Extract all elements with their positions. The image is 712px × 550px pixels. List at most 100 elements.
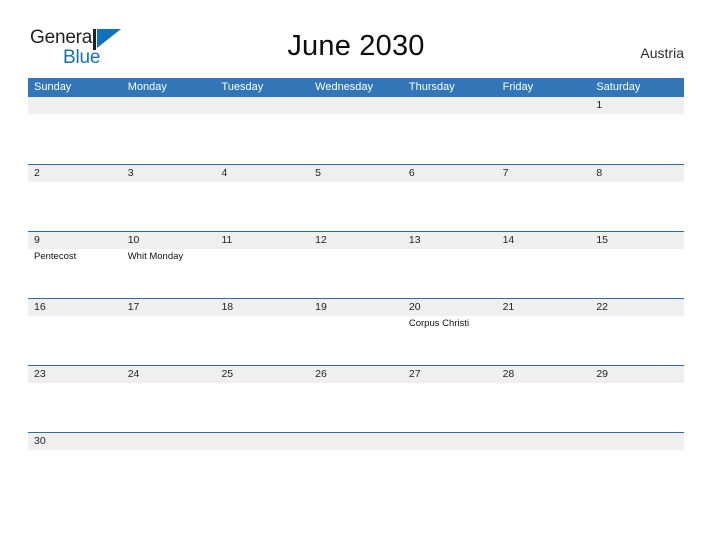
week-row: 9 Pentecost 10 Whit Monday 11 12 13 14 15 [28,231,684,298]
day-number [315,97,403,114]
day-number: 19 [315,301,327,313]
day-number [221,97,309,114]
day-cell[interactable] [122,433,216,458]
day-number [221,433,309,450]
day-cells: 2 3 4 5 6 7 8 [28,165,684,231]
day-cell[interactable]: 2 [28,165,122,231]
weekday-sunday: Sunday [34,81,72,93]
day-number: 15 [596,234,608,246]
day-number: 14 [502,234,515,246]
day-cell[interactable]: 29 [590,366,684,432]
day-cell[interactable] [122,97,216,164]
day-cell[interactable]: 8 [590,165,684,231]
calendar-grid: Sunday Monday Tuesday Wednesday Thursday… [28,78,684,458]
day-number: 23 [34,368,46,380]
day-number [503,97,591,114]
day-cell[interactable] [309,97,403,164]
weekday-wednesday: Wednesday [315,81,374,93]
day-cell[interactable]: 30 [28,433,122,458]
weekday-friday: Friday [502,81,534,93]
week-row: 2 3 4 5 6 7 8 [28,164,684,231]
day-event: Corpus Christi [408,318,470,329]
day-number: 5 [315,167,321,179]
day-number: 27 [408,368,421,380]
day-number [34,97,122,114]
day-number: 2 [34,167,40,179]
day-number: 22 [596,301,608,313]
day-cells: 16 17 18 19 20 Corpus Christi 21 22 [28,299,684,365]
page-title: June 2030 [287,30,425,62]
day-number: 12 [315,234,327,246]
day-cell[interactable]: 7 [497,165,591,231]
day-cell[interactable]: 14 [497,232,591,298]
day-cell[interactable]: 20 Corpus Christi [403,299,497,365]
day-cell[interactable]: 22 [590,299,684,365]
day-number [409,433,497,450]
day-event: Pentecost [34,251,77,262]
day-number [128,97,216,114]
day-number: 25 [221,368,234,380]
day-cell[interactable]: 25 [215,366,309,432]
day-number: 10 [127,234,140,246]
day-event: Whit Monday [127,251,184,262]
day-number: 21 [502,301,515,313]
day-number: 28 [502,368,515,380]
day-number: 9 [34,234,40,246]
day-cell[interactable] [309,433,403,458]
day-number: 6 [408,167,415,179]
day-cell[interactable]: 23 [28,366,122,432]
page-header: General Blue June 2030 Austria [0,0,712,76]
day-cell[interactable]: 27 [403,366,497,432]
day-cell[interactable]: 26 [309,366,403,432]
day-cell[interactable]: 4 [215,165,309,231]
day-number: 1 [596,99,603,111]
day-number [503,433,591,450]
day-cells: 23 24 25 26 27 28 29 [28,366,684,432]
week-row: 16 17 18 19 20 Corpus Christi 21 22 [28,298,684,365]
day-cell[interactable] [590,433,684,458]
day-cells: 9 Pentecost 10 Whit Monday 11 12 13 14 15 [28,232,684,298]
day-cell[interactable]: 17 [122,299,216,365]
day-cell[interactable]: 28 [497,366,591,432]
day-cell[interactable]: 15 [590,232,684,298]
day-cell[interactable]: 1 [590,97,684,164]
day-number [596,433,684,450]
day-number: 30 [34,435,46,447]
day-cell[interactable] [403,433,497,458]
day-number: 17 [127,301,140,313]
day-cell[interactable]: 18 [215,299,309,365]
day-cell[interactable]: 9 Pentecost [28,232,122,298]
day-cell[interactable] [215,433,309,458]
day-number: 8 [596,167,603,179]
day-cell[interactable]: 19 [309,299,403,365]
day-cell[interactable]: 10 Whit Monday [122,232,216,298]
day-cell[interactable]: 11 [215,232,309,298]
day-number [409,97,497,114]
day-number: 13 [408,234,421,246]
day-cell[interactable] [28,97,122,164]
day-number: 18 [221,301,234,313]
day-cell[interactable]: 12 [309,232,403,298]
day-cells: 1 [28,97,684,164]
day-cell[interactable] [497,97,591,164]
day-cell[interactable]: 13 [403,232,497,298]
day-cell[interactable]: 16 [28,299,122,365]
day-cell[interactable] [497,433,591,458]
day-number: 4 [221,167,228,179]
day-cell[interactable]: 6 [403,165,497,231]
day-cell[interactable]: 5 [309,165,403,231]
day-cell[interactable] [403,97,497,164]
day-cell[interactable]: 3 [122,165,216,231]
day-cell[interactable]: 21 [497,299,591,365]
day-number: 7 [502,167,509,179]
weekday-tuesday: Tuesday [221,81,264,93]
day-number: 24 [127,368,140,380]
day-number: 26 [315,368,327,380]
day-cell[interactable] [215,97,309,164]
day-number [315,433,403,450]
weekday-thursday: Thursday [408,81,455,93]
day-cell[interactable]: 24 [122,366,216,432]
weekday-saturday: Saturday [596,81,641,93]
day-number: 11 [221,234,233,246]
day-number: 29 [596,368,608,380]
